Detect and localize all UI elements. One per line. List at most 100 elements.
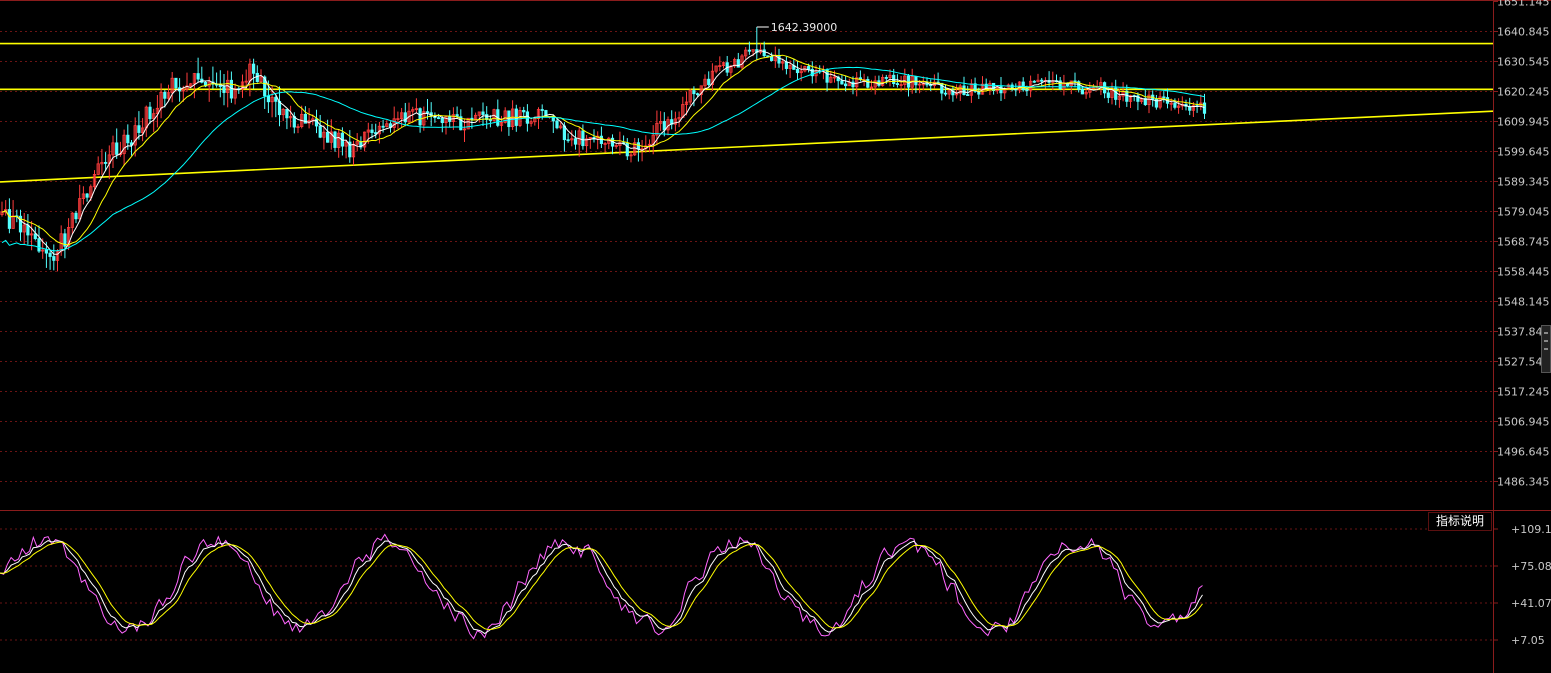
candle-body [662,121,666,131]
candle-body [481,111,485,115]
candle-body [844,83,848,87]
price-tick-label: 1620.245 [1497,86,1550,99]
candle-body [470,117,474,120]
candle-body [1040,79,1044,82]
candle-body [807,66,811,70]
ma-long-line [1,66,1205,252]
price-tick-label: 1609.945 [1497,116,1550,129]
candle-body [1032,80,1036,83]
candle-body [370,129,374,133]
candle-body [255,72,259,83]
indicator-tick-label: +41.07 [1511,597,1551,610]
candle-body [925,83,929,86]
indicator-mid-line [0,540,1203,635]
candle-body [966,94,970,96]
moving-averages [1,50,1205,255]
price-tick-label: 1630.545 [1497,56,1550,69]
candle-body [866,79,870,88]
candle-body [104,162,108,164]
candle-body [566,139,570,142]
candle-body [540,109,544,111]
candle-body [381,125,385,128]
candle-body [74,212,78,220]
candle-body [148,106,152,120]
price-tick-label: 1651.145 [1497,0,1550,9]
candle-body [555,120,559,129]
candle-body [33,233,37,240]
candle-body [636,142,641,150]
candle-body [581,130,585,147]
candle-body [747,49,752,52]
candle-body [325,131,330,143]
price-tick-label: 1496.645 [1497,446,1550,459]
candle-body [174,77,178,89]
candle-body [1173,102,1177,108]
candle-body [44,249,49,254]
price-axis: 1651.145 1640.845 1630.545 1620.245 1609.945… [1493,0,1551,647]
price-tick-label: 1517.245 [1497,386,1550,399]
candle-body [7,209,11,229]
trendlines [0,42,1494,183]
axis-scroll-handle[interactable] [1541,325,1551,373]
candle-body [522,110,526,113]
candle-body [884,77,888,79]
candle-body [137,125,141,133]
indicator-tick-label: +109.1 [1511,523,1551,536]
candle-body [333,131,337,148]
candle-body [1106,92,1110,98]
indicator-explain-button[interactable]: 指标说明 [1428,512,1492,531]
peak-price-label: 1642.39000 [771,21,837,34]
candle-body [318,125,322,138]
candle-body [222,86,226,93]
price-tick-label: 1579.045 [1497,206,1550,219]
indicator-lines [0,533,1203,640]
candle-body [48,252,52,257]
candle-body [696,93,700,96]
ma-short-line [1,50,1205,255]
candle-body [52,256,56,261]
candle-body [851,81,855,88]
price-tick-label: 1527.54 [1497,356,1543,369]
candle-body [770,55,774,61]
candle-body [736,59,740,68]
price-tick-label: 1537.84 [1497,326,1543,339]
candle-body [37,238,41,252]
kline-chart[interactable]: 1651.145 1640.845 1630.545 1620.245 1609.945… [0,0,1551,673]
candles [0,27,1207,272]
candle-body [984,83,988,89]
candle-body [895,83,900,85]
candle-body [784,61,789,69]
price-tick-label: 1558.445 [1497,266,1550,279]
candle-body [196,73,200,80]
price-tick-label: 1589.345 [1497,176,1550,189]
candle-body [285,108,289,119]
candle-body [425,111,430,114]
candle-body [707,78,711,85]
candle-body [115,142,119,155]
candle-body [229,79,233,99]
candle-body [163,91,167,99]
indicator-tick-label: +75.08 [1511,560,1551,573]
candle-body [440,117,444,124]
candle-body [274,96,278,102]
price-tick-label: 1568.745 [1497,236,1550,249]
candle-body [692,90,696,95]
indicator-slow-line [0,541,1203,631]
price-tick-label: 1486.345 [1497,476,1550,489]
indicator-tick-label: +7.05 [1511,634,1545,647]
candle-body [1202,102,1207,114]
candle-body [762,49,766,57]
candle-body [418,108,422,126]
annotations: 1642.39000 [756,21,837,34]
price-tick-label: 1640.845 [1497,26,1550,39]
candle-body [573,138,578,145]
candle-body [962,85,966,95]
candle-body [1162,96,1166,99]
candle-body [1025,89,1029,92]
candle-body [943,92,948,95]
candle-body [777,54,781,64]
indicator-fast-line [0,533,1203,640]
candle-body [85,193,89,198]
candle-body [26,224,30,236]
candle-body [436,117,441,120]
